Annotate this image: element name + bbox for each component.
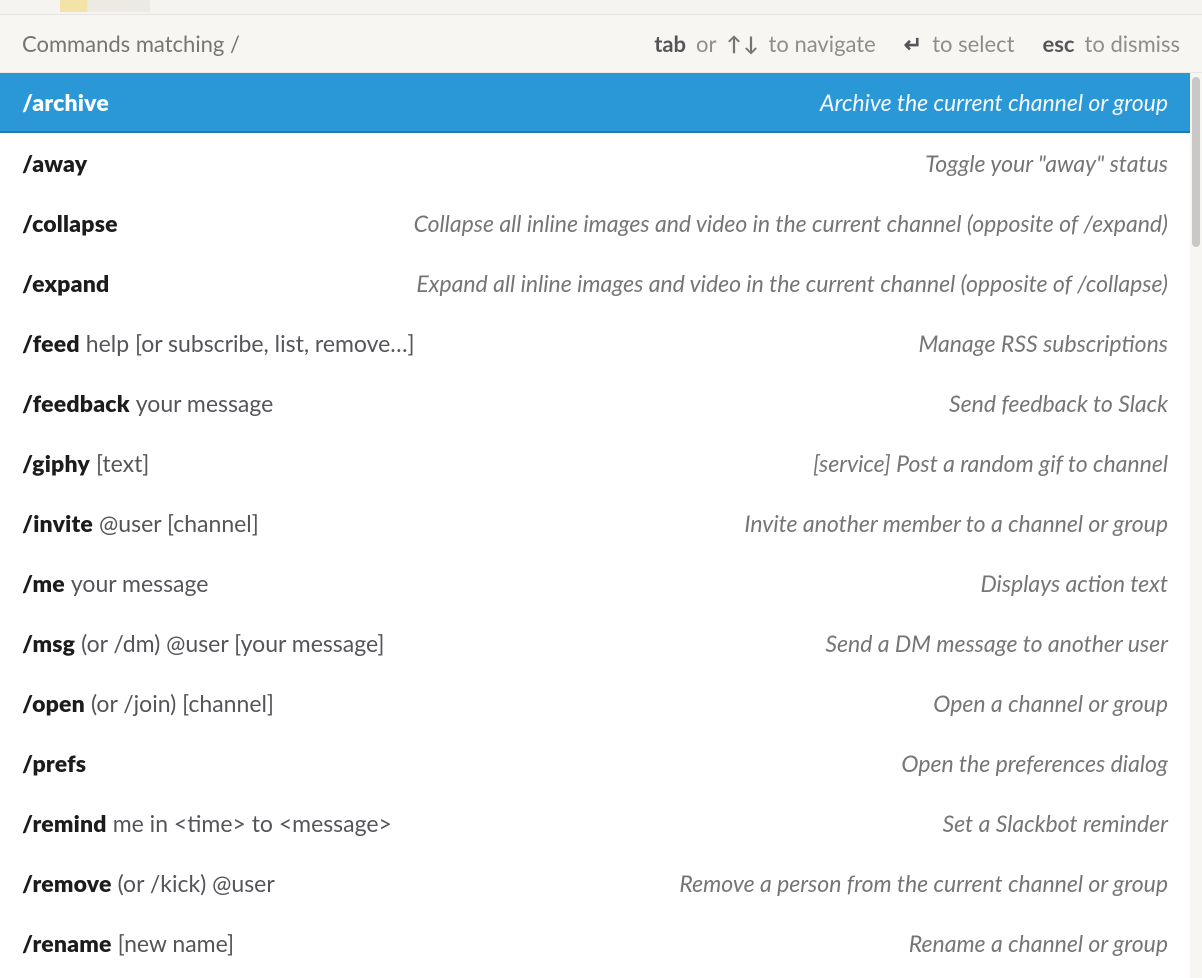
command-description: Send a DM message to another user: [825, 629, 1168, 657]
command-left: /giphy[text]: [22, 449, 149, 477]
command-row[interactable]: /meyour message Displays action text: [0, 553, 1190, 613]
command-row[interactable]: /archive Archive the current channel or g…: [0, 73, 1190, 133]
hint-or: or: [696, 30, 716, 57]
command-name: /expand: [22, 269, 109, 297]
command-row[interactable]: /remove(or /kick) @user Remove a person f…: [0, 853, 1190, 913]
command-name: /rename: [22, 929, 112, 957]
command-left: /remove(or /kick) @user: [22, 869, 275, 897]
command-row[interactable]: /away Toggle your "away" status: [0, 133, 1190, 193]
command-row[interactable]: /msg(or /dm) @user [your message] Send a …: [0, 613, 1190, 673]
command-description: Send feedback to Slack: [949, 389, 1168, 417]
command-description: Invite another member to a channel or gr…: [744, 509, 1168, 537]
command-name: /remind: [22, 809, 107, 837]
command-args: me in <time> to <message>: [113, 809, 392, 837]
command-left: /rename[new name]: [22, 929, 234, 957]
command-row[interactable]: /invite@user [channel] Invite another mem…: [0, 493, 1190, 553]
command-description: [service] Post a random gif to channel: [813, 449, 1168, 477]
command-left: /open(or /join) [channel]: [22, 689, 274, 717]
autocomplete-header: Commands matching / tab or ↑↓ to navigat…: [0, 15, 1202, 73]
command-args: [text]: [96, 449, 149, 477]
command-description: Open the preferences dialog: [901, 749, 1168, 777]
command-args: help [or subscribe, list, remove…]: [86, 329, 415, 357]
key-esc: esc: [1042, 30, 1074, 57]
command-row[interactable]: /feedhelp [or subscribe, list, remove…] M…: [0, 313, 1190, 373]
key-tab: tab: [654, 30, 686, 57]
command-row[interactable]: /expand Expand all inline images and vide…: [0, 253, 1190, 313]
command-description: Archive the current channel or group: [820, 88, 1168, 116]
command-name: /giphy: [22, 449, 90, 477]
command-name: /feed: [22, 329, 80, 357]
autocomplete-body: /archive Archive the current channel or g…: [0, 73, 1202, 978]
command-args: @user [channel]: [99, 509, 259, 537]
command-name: /me: [22, 569, 65, 597]
command-left: /expand: [22, 269, 109, 297]
hint-select: ↵ to select: [904, 30, 1015, 58]
hint-dismiss-text: to dismiss: [1085, 30, 1181, 57]
command-row[interactable]: /collapse Collapse all inline images and …: [0, 193, 1190, 253]
command-name: /remove: [22, 869, 112, 897]
command-args: (or /kick) @user: [118, 869, 275, 897]
command-left: /archive: [22, 88, 109, 116]
command-name: /away: [22, 149, 87, 177]
command-name: /archive: [22, 88, 109, 116]
enter-icon: ↵: [904, 30, 922, 58]
command-row[interactable]: /feedbackyour message Send feedback to Sl…: [0, 373, 1190, 433]
command-description: Displays action text: [980, 569, 1168, 597]
command-description: Open a channel or group: [933, 689, 1168, 717]
command-left: /collapse: [22, 209, 118, 237]
command-description: Manage RSS subscriptions: [919, 329, 1169, 357]
command-left: /remindme in <time> to <message>: [22, 809, 392, 837]
scrollbar-thumb[interactable]: [1192, 77, 1200, 247]
background-tab-hint: [60, 0, 150, 12]
title-prefix: Commands matching: [22, 30, 224, 57]
command-left: /feedbackyour message: [22, 389, 273, 417]
command-args: [new name]: [118, 929, 234, 957]
command-row[interactable]: /remindme in <time> to <message> Set a Sl…: [0, 793, 1190, 853]
scrollbar-track[interactable]: [1190, 73, 1202, 978]
arrow-up-down-icon: ↑↓: [727, 32, 759, 56]
window-tabstrip: [0, 0, 1202, 15]
command-args: (or /dm) @user [your message]: [81, 629, 384, 657]
autocomplete-title: Commands matching /: [22, 30, 240, 57]
command-args: your message: [71, 569, 209, 597]
command-name: /collapse: [22, 209, 118, 237]
command-name: /feedback: [22, 389, 130, 417]
command-left: /invite@user [channel]: [22, 509, 259, 537]
command-name: /prefs: [22, 749, 86, 777]
command-args: (or /join) [channel]: [91, 689, 274, 717]
command-description: Collapse all inline images and video in …: [414, 209, 1168, 237]
command-left: /feedhelp [or subscribe, list, remove…]: [22, 329, 415, 357]
command-row[interactable]: /open(or /join) [channel] Open a channel …: [0, 673, 1190, 733]
command-row[interactable]: /prefs Open the preferences dialog: [0, 733, 1190, 793]
command-name: /msg: [22, 629, 75, 657]
command-left: /msg(or /dm) @user [your message]: [22, 629, 384, 657]
hint-navigate-text: to navigate: [769, 30, 876, 57]
command-row[interactable]: /rename[new name] Rename a channel or gro…: [0, 913, 1190, 973]
title-query: /: [230, 30, 240, 57]
hint-dismiss: esc to dismiss: [1042, 30, 1180, 57]
command-left: /away: [22, 149, 87, 177]
keyboard-hints: tab or ↑↓ to navigate ↵ to select esc to…: [654, 30, 1180, 58]
command-description: Rename a channel or group: [909, 929, 1168, 957]
command-name: /invite: [22, 509, 93, 537]
command-row[interactable]: /giphy[text] [service] Post a random gif …: [0, 433, 1190, 493]
hint-navigate: tab or ↑↓ to navigate: [654, 30, 876, 57]
command-description: Remove a person from the current channel…: [679, 869, 1168, 897]
command-description: Toggle your "away" status: [925, 149, 1168, 177]
command-description: Set a Slackbot reminder: [943, 809, 1169, 837]
command-left: /meyour message: [22, 569, 208, 597]
command-name: /open: [22, 689, 85, 717]
command-args: your message: [136, 389, 274, 417]
hint-select-text: to select: [932, 30, 1014, 57]
command-left: /prefs: [22, 749, 86, 777]
command-list[interactable]: /archive Archive the current channel or g…: [0, 73, 1190, 978]
command-description: Expand all inline images and video in th…: [416, 269, 1168, 297]
